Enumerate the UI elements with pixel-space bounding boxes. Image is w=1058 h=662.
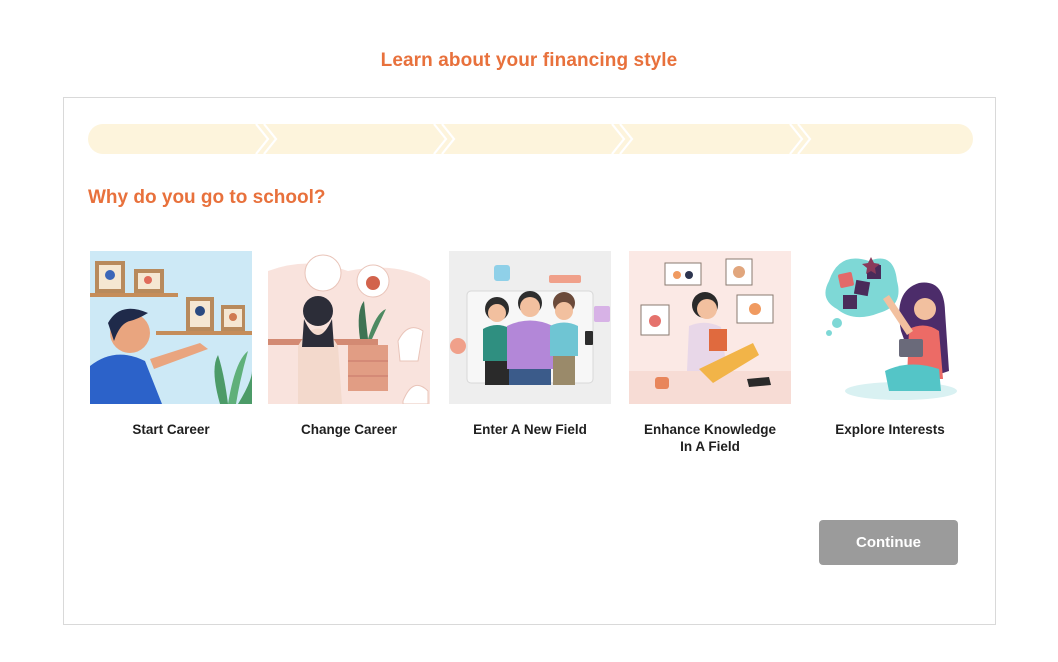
progress-bar xyxy=(88,124,973,154)
continue-button[interactable]: Continue xyxy=(819,520,958,565)
question-card: Why do you go to school? Start Career Ch… xyxy=(63,97,996,625)
page-title: Learn about your financing style xyxy=(380,50,678,71)
option-label: Enter A New Field xyxy=(473,422,587,437)
option-enter-new-field[interactable]: Enter A New Field xyxy=(449,251,611,438)
option-label: Explore Interests xyxy=(835,422,945,437)
explore-interests-illustration xyxy=(809,251,971,404)
option-enhance-knowledge[interactable]: Enhance Knowledge In A Field xyxy=(629,251,791,455)
new-field-illustration xyxy=(449,251,611,404)
progress-chevrons xyxy=(255,124,812,154)
change-career-illustration xyxy=(268,251,430,404)
option-explore-interests[interactable]: Explore Interests xyxy=(809,251,971,438)
enhance-knowledge-illustration xyxy=(629,251,791,404)
start-career-illustration xyxy=(90,251,252,404)
option-label: Start Career xyxy=(132,422,210,437)
option-label: Change Career xyxy=(300,422,398,437)
option-label: Enhance Knowledge In A Field xyxy=(643,422,777,454)
question-title: Why do you go to school? xyxy=(88,187,326,208)
option-start-career[interactable]: Start Career xyxy=(90,251,252,438)
option-change-career[interactable]: Change Career xyxy=(268,251,430,438)
